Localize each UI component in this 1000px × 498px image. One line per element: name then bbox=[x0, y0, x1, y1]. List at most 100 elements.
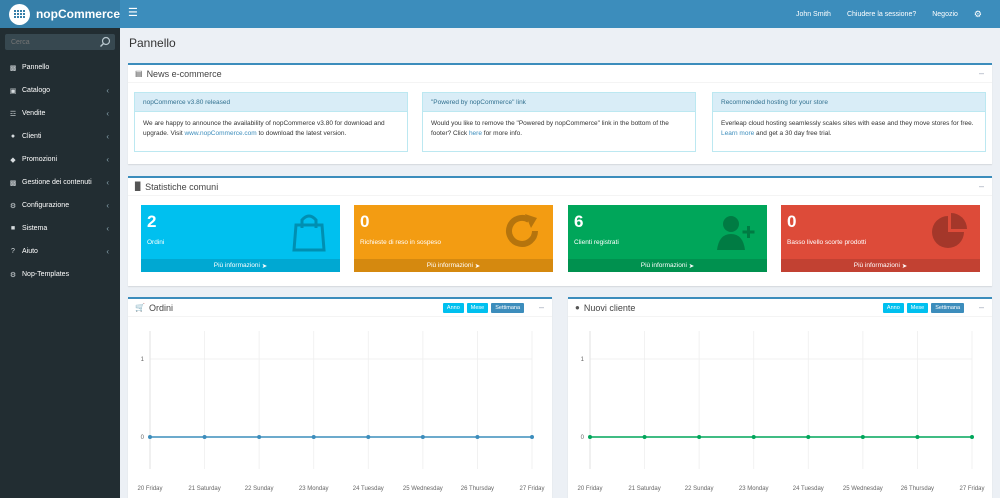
more-info-link[interactable]: Più informazioni ➤ bbox=[781, 259, 980, 272]
stat-label: Ordini bbox=[147, 239, 165, 246]
sidebar-item-configurazione[interactable]: ⚙ Configurazione ‹ bbox=[0, 194, 120, 217]
sidebar-item-nop-templates[interactable]: ⚙ Nop-Templates bbox=[0, 263, 120, 286]
range-month-button[interactable]: Mese bbox=[466, 303, 489, 313]
collapse-icon[interactable]: – bbox=[979, 68, 984, 78]
data-point bbox=[697, 435, 702, 439]
stats-box-title: Statistiche comuni bbox=[145, 181, 219, 192]
stat-tile-returns: 0 Richieste di reso in sospeso Più infor… bbox=[354, 205, 553, 272]
collapse-icon[interactable]: – bbox=[979, 302, 984, 312]
x-tick-label: 22 Sunday bbox=[245, 486, 274, 492]
orders-line-chart: 1 0 20 Friday 21 Saturday 22 Sunday 23 Monday… bbox=[137, 331, 545, 492]
refresh-icon bbox=[506, 214, 538, 247]
cube-icon: ■ bbox=[10, 225, 16, 232]
sidebar-item-label: Clienti bbox=[22, 133, 42, 140]
collapse-icon[interactable]: – bbox=[979, 181, 984, 191]
data-point bbox=[311, 435, 316, 439]
orders-range-buttons: Anno Mese Settimana bbox=[442, 303, 524, 313]
news-item: nopCommerce v3.80 released We are happy … bbox=[134, 92, 408, 152]
data-point bbox=[366, 435, 371, 439]
news-item: Recommended hosting for your store Everl… bbox=[712, 92, 986, 152]
sidebar-menu: ▩ Pannello ▣ Catalogo ‹ ☲ Vendite ‹ ● Cl… bbox=[0, 56, 120, 286]
sidebar-item-aiuto[interactable]: ? Aiuto ‹ bbox=[0, 240, 120, 263]
stat-label: Clienti registrati bbox=[574, 239, 619, 246]
news-item-text: for more info. bbox=[481, 129, 523, 137]
logo-mark-icon bbox=[9, 3, 30, 25]
sidebar-item-vendite[interactable]: ☲ Vendite ‹ bbox=[0, 102, 120, 125]
stat-tile-low-stock: 0 Basso livello scorte prodotti Più info… bbox=[781, 205, 980, 272]
main-content: Pannello ▤ News e-commerce – nopCommerce… bbox=[120, 28, 1000, 498]
settings-gear-icon[interactable]: ⚙ bbox=[966, 9, 990, 20]
data-point bbox=[530, 435, 534, 439]
stat-tile-customers: 6 Clienti registrati Più informazioni ➤ bbox=[568, 205, 767, 272]
chevron-left-icon: ‹ bbox=[106, 201, 109, 210]
customers-line-chart: 1 0 20 Friday 21 Saturday 22 Sunday 23 Monday… bbox=[577, 331, 985, 492]
chevron-left-icon: ‹ bbox=[106, 109, 109, 118]
range-year-button[interactable]: Anno bbox=[442, 303, 464, 313]
news-item-body: Would you like to remove the "Powered by… bbox=[423, 112, 695, 145]
x-tick-label: 24 Tuesday bbox=[353, 486, 384, 492]
data-point bbox=[257, 435, 262, 439]
range-year-button[interactable]: Anno bbox=[882, 303, 904, 313]
logo[interactable]: nopCommerce bbox=[0, 0, 120, 28]
x-tick-label: 26 Thursday bbox=[461, 486, 494, 492]
pie-chart-icon bbox=[932, 213, 967, 248]
sidebar-item-gestione-contenuti[interactable]: ▩ Gestione dei contenuti ‹ bbox=[0, 171, 120, 194]
customers-chart-box: ● Nuovi cliente Anno Mese Settimana – 1 0… bbox=[568, 297, 992, 498]
data-point bbox=[860, 435, 865, 439]
orders-chart-title: Ordini bbox=[148, 302, 173, 313]
user-name-link[interactable]: John Smith bbox=[788, 11, 839, 18]
tag-icon: ◆ bbox=[10, 156, 16, 164]
y-tick-label: 1 bbox=[141, 357, 145, 363]
news-item-link[interactable]: www.nopCommerce.com bbox=[184, 130, 256, 137]
x-tick-label: 20 Friday bbox=[577, 486, 602, 492]
stat-value: 0 bbox=[787, 212, 797, 231]
sidebar-item-clienti[interactable]: ● Clienti ‹ bbox=[0, 125, 120, 148]
customers-range-buttons: Anno Mese Settimana bbox=[882, 303, 964, 313]
cubes-icon: ▩ bbox=[9, 179, 17, 187]
sidebar-item-catalogo[interactable]: ▣ Catalogo ‹ bbox=[0, 79, 120, 102]
sidebar-item-sistema[interactable]: ■ Sistema ‹ bbox=[0, 217, 120, 240]
arrow-circle-right-icon: ➤ bbox=[474, 262, 481, 270]
logout-link[interactable]: Chiudere la sessione? bbox=[839, 11, 924, 18]
more-info-link[interactable]: Più informazioni ➤ bbox=[354, 259, 553, 272]
chevron-left-icon: ‹ bbox=[106, 155, 109, 164]
sidebar-toggle-icon[interactable]: ☰ bbox=[128, 8, 138, 19]
store-link[interactable]: Negozio bbox=[924, 11, 966, 18]
search-input[interactable] bbox=[5, 34, 95, 50]
data-point bbox=[588, 435, 592, 439]
data-point bbox=[970, 435, 974, 439]
news-item-link[interactable]: Learn more bbox=[721, 130, 754, 137]
user-icon: ● bbox=[10, 133, 16, 140]
more-info-label: Più informazioni bbox=[213, 262, 260, 269]
news-item-link[interactable]: here bbox=[469, 130, 482, 137]
range-week-button[interactable]: Settimana bbox=[931, 303, 964, 313]
book-icon: ▣ bbox=[9, 87, 17, 95]
arrow-circle-right-icon: ➤ bbox=[261, 262, 268, 270]
y-tick-label: 0 bbox=[581, 435, 585, 441]
sidebar-item-pannello[interactable]: ▩ Pannello bbox=[0, 56, 120, 79]
chevron-left-icon: ‹ bbox=[106, 178, 109, 187]
range-week-button[interactable]: Settimana bbox=[491, 303, 524, 313]
sidebar-item-promozioni[interactable]: ◆ Promozioni ‹ bbox=[0, 148, 120, 171]
shopping-bag-icon bbox=[292, 214, 326, 252]
orders-chart-box: 🛒 Ordini Anno Mese Settimana – 1 0 20 Frid… bbox=[128, 297, 552, 498]
more-info-label: Più informazioni bbox=[640, 262, 687, 269]
gears-icon: ⚙ bbox=[9, 202, 17, 210]
user-icon: ● bbox=[575, 303, 580, 312]
more-info-link[interactable]: Più informazioni ➤ bbox=[141, 259, 340, 272]
stats-box-header: ▉ Statistiche comuni bbox=[128, 178, 992, 196]
more-info-link[interactable]: Più informazioni ➤ bbox=[568, 259, 767, 272]
question-icon: ? bbox=[11, 248, 15, 255]
data-point bbox=[915, 435, 920, 439]
sidebar-search bbox=[5, 34, 115, 50]
x-tick-label: 21 Saturday bbox=[188, 486, 220, 492]
range-month-button[interactable]: Mese bbox=[906, 303, 929, 313]
sidebar-item-label: Aiuto bbox=[22, 248, 38, 255]
search-icon[interactable] bbox=[99, 36, 111, 48]
news-item: "Powered by nopCommerce" link Would you … bbox=[422, 92, 696, 152]
stat-value: 6 bbox=[574, 212, 584, 231]
sidebar: ▩ Pannello ▣ Catalogo ‹ ☲ Vendite ‹ ● Cl… bbox=[0, 28, 120, 498]
chevron-left-icon: ‹ bbox=[106, 132, 109, 141]
sidebar-item-label: Vendite bbox=[22, 110, 46, 117]
collapse-icon[interactable]: – bbox=[539, 302, 544, 312]
